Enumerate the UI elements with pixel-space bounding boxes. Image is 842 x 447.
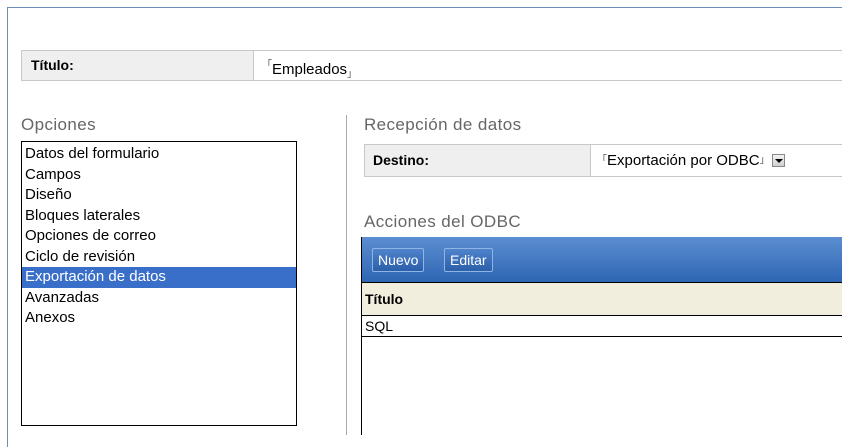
vertical-divider <box>346 115 347 435</box>
field-mark-close: 」 <box>759 155 770 166</box>
list-item[interactable]: Avanzadas <box>22 288 296 309</box>
title-input[interactable]: 「Empleados」 <box>254 51 842 80</box>
destination-field-row: Destino: 「Exportación por ODBC」 <box>364 144 842 177</box>
list-item[interactable]: Anexos <box>22 308 296 329</box>
odbc-heading: Acciones del ODBC <box>364 212 522 231</box>
list-item[interactable]: Exportación de datos <box>22 267 296 288</box>
chevron-down-icon[interactable] <box>771 154 785 167</box>
destination-value-text: Exportación por ODBC <box>607 152 760 169</box>
odbc-actions-grid: Nuevo Editar Título SQL <box>361 237 842 435</box>
list-item[interactable]: Campos <box>22 165 296 186</box>
options-heading: Opciones <box>21 115 97 134</box>
field-mark-open: 「 <box>597 155 607 166</box>
reception-heading: Recepción de datos <box>364 115 522 134</box>
options-listbox[interactable]: Datos del formulario Campos Diseño Bloques … <box>21 141 297 426</box>
edit-button[interactable]: Editar <box>444 248 493 272</box>
field-mark-open: 「 <box>262 60 272 71</box>
list-item[interactable]: Diseño <box>22 185 296 206</box>
list-item[interactable]: Opciones de correo <box>22 226 296 247</box>
list-item[interactable]: Bloques laterales <box>22 206 296 227</box>
title-field-row: Título: 「Empleados」 <box>21 50 842 81</box>
column-header-titulo[interactable]: Título <box>362 282 842 316</box>
table-row[interactable]: SQL <box>362 316 842 337</box>
list-item[interactable]: Datos del formulario <box>22 144 296 165</box>
field-mark-close: 」 <box>347 69 358 80</box>
title-label: Título: <box>22 51 254 80</box>
grid-toolbar: Nuevo Editar <box>362 237 842 282</box>
destination-label: Destino: <box>365 145 591 176</box>
destination-select[interactable]: 「Exportación por ODBC」 <box>591 145 842 176</box>
title-value-text: Empleados <box>272 61 348 78</box>
list-item[interactable]: Ciclo de revisión <box>22 247 296 268</box>
new-button[interactable]: Nuevo <box>372 248 425 272</box>
